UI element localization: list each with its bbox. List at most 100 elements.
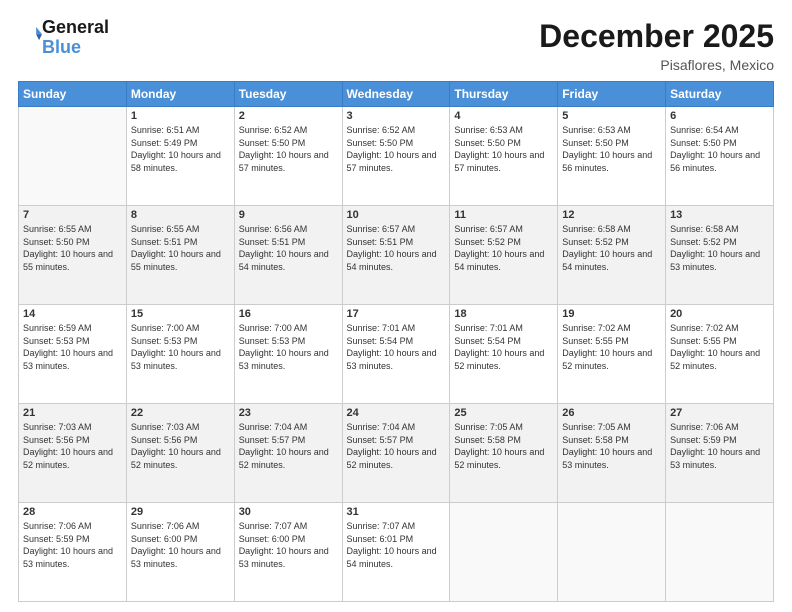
day-number: 30 (239, 506, 338, 518)
day-info: Sunrise: 7:06 AMSunset: 5:59 PMDaylight:… (670, 421, 769, 471)
day-info: Sunrise: 6:51 AMSunset: 5:49 PMDaylight:… (131, 124, 230, 174)
day-number: 17 (347, 308, 446, 320)
calendar-cell: 12 Sunrise: 6:58 AMSunset: 5:52 PMDayligh… (558, 206, 666, 305)
calendar-cell: 23 Sunrise: 7:04 AMSunset: 5:57 PMDayligh… (234, 404, 342, 503)
calendar-cell: 31 Sunrise: 7:07 AMSunset: 6:01 PMDayligh… (342, 503, 450, 602)
calendar-cell: 22 Sunrise: 7:03 AMSunset: 5:56 PMDayligh… (126, 404, 234, 503)
day-info: Sunrise: 6:55 AMSunset: 5:51 PMDaylight:… (131, 223, 230, 273)
day-number: 7 (23, 209, 122, 221)
day-info: Sunrise: 6:54 AMSunset: 5:50 PMDaylight:… (670, 124, 769, 174)
month-title: December 2025 (539, 18, 774, 55)
day-number: 23 (239, 407, 338, 419)
calendar-cell (558, 503, 666, 602)
day-number: 21 (23, 407, 122, 419)
day-number: 24 (347, 407, 446, 419)
calendar-cell: 9 Sunrise: 6:56 AMSunset: 5:51 PMDaylight… (234, 206, 342, 305)
day-number: 2 (239, 110, 338, 122)
calendar-cell: 19 Sunrise: 7:02 AMSunset: 5:55 PMDayligh… (558, 305, 666, 404)
day-number: 19 (562, 308, 661, 320)
day-info: Sunrise: 6:56 AMSunset: 5:51 PMDaylight:… (239, 223, 338, 273)
page: General Blue December 2025 Pisaflores, M… (0, 0, 792, 612)
day-number: 14 (23, 308, 122, 320)
calendar-cell: 1 Sunrise: 6:51 AMSunset: 5:49 PMDaylight… (126, 107, 234, 206)
day-number: 12 (562, 209, 661, 221)
day-info: Sunrise: 7:03 AMSunset: 5:56 PMDaylight:… (131, 421, 230, 471)
day-info: Sunrise: 7:04 AMSunset: 5:57 PMDaylight:… (239, 421, 338, 471)
calendar-cell: 29 Sunrise: 7:06 AMSunset: 6:00 PMDayligh… (126, 503, 234, 602)
calendar-cell: 25 Sunrise: 7:05 AMSunset: 5:58 PMDayligh… (450, 404, 558, 503)
calendar-cell: 14 Sunrise: 6:59 AMSunset: 5:53 PMDayligh… (19, 305, 127, 404)
day-info: Sunrise: 6:59 AMSunset: 5:53 PMDaylight:… (23, 322, 122, 372)
day-info: Sunrise: 7:06 AMSunset: 6:00 PMDaylight:… (131, 520, 230, 570)
day-number: 3 (347, 110, 446, 122)
day-info: Sunrise: 7:07 AMSunset: 6:00 PMDaylight:… (239, 520, 338, 570)
day-info: Sunrise: 7:01 AMSunset: 5:54 PMDaylight:… (454, 322, 553, 372)
day-info: Sunrise: 6:52 AMSunset: 5:50 PMDaylight:… (347, 124, 446, 174)
col-header-sunday: Sunday (19, 82, 127, 107)
day-info: Sunrise: 7:04 AMSunset: 5:57 PMDaylight:… (347, 421, 446, 471)
day-info: Sunrise: 6:57 AMSunset: 5:52 PMDaylight:… (454, 223, 553, 273)
day-info: Sunrise: 7:00 AMSunset: 5:53 PMDaylight:… (131, 322, 230, 372)
title-block: December 2025 Pisaflores, Mexico (539, 18, 774, 73)
day-number: 18 (454, 308, 553, 320)
day-info: Sunrise: 6:53 AMSunset: 5:50 PMDaylight:… (562, 124, 661, 174)
logo-text: General Blue (42, 18, 109, 58)
day-number: 9 (239, 209, 338, 221)
day-number: 25 (454, 407, 553, 419)
day-number: 1 (131, 110, 230, 122)
logo: General Blue (18, 18, 109, 58)
calendar-cell: 5 Sunrise: 6:53 AMSunset: 5:50 PMDaylight… (558, 107, 666, 206)
calendar-cell: 13Sunrise: 6:58 AMSunset: 5:52 PMDayligh… (666, 206, 774, 305)
calendar-cell: 2 Sunrise: 6:52 AMSunset: 5:50 PMDaylight… (234, 107, 342, 206)
col-header-monday: Monday (126, 82, 234, 107)
location: Pisaflores, Mexico (539, 57, 774, 73)
calendar-cell: 28 Sunrise: 7:06 AMSunset: 5:59 PMDayligh… (19, 503, 127, 602)
day-info: Sunrise: 7:07 AMSunset: 6:01 PMDaylight:… (347, 520, 446, 570)
day-info: Sunrise: 7:02 AMSunset: 5:55 PMDaylight:… (562, 322, 661, 372)
day-info: Sunrise: 7:05 AMSunset: 5:58 PMDaylight:… (562, 421, 661, 471)
calendar-cell: 6 Sunrise: 6:54 AMSunset: 5:50 PMDaylight… (666, 107, 774, 206)
day-info: Sunrise: 6:53 AMSunset: 5:50 PMDaylight:… (454, 124, 553, 174)
col-header-friday: Friday (558, 82, 666, 107)
day-number: 5 (562, 110, 661, 122)
day-number: 6 (670, 110, 769, 122)
day-info: Sunrise: 7:00 AMSunset: 5:53 PMDaylight:… (239, 322, 338, 372)
day-number: 8 (131, 209, 230, 221)
calendar-table: SundayMondayTuesdayWednesdayThursdayFrid… (18, 81, 774, 602)
calendar-cell: 16 Sunrise: 7:00 AMSunset: 5:53 PMDayligh… (234, 305, 342, 404)
calendar-cell: 10Sunrise: 6:57 AMSunset: 5:51 PMDayligh… (342, 206, 450, 305)
day-info: Sunrise: 7:03 AMSunset: 5:56 PMDaylight:… (23, 421, 122, 471)
day-number: 20 (670, 308, 769, 320)
day-number: 31 (347, 506, 446, 518)
col-header-tuesday: Tuesday (234, 82, 342, 107)
calendar-cell: 15 Sunrise: 7:00 AMSunset: 5:53 PMDayligh… (126, 305, 234, 404)
calendar-cell: 24 Sunrise: 7:04 AMSunset: 5:57 PMDayligh… (342, 404, 450, 503)
calendar-cell: 20 Sunrise: 7:02 AMSunset: 5:55 PMDayligh… (666, 305, 774, 404)
calendar-cell: 26Sunrise: 7:05 AMSunset: 5:58 PMDayligh… (558, 404, 666, 503)
calendar-cell: 21 Sunrise: 7:03 AMSunset: 5:56 PMDayligh… (19, 404, 127, 503)
calendar-cell: 17Sunrise: 7:01 AMSunset: 5:54 PMDayligh… (342, 305, 450, 404)
day-number: 29 (131, 506, 230, 518)
calendar-cell: 8 Sunrise: 6:55 AMSunset: 5:51 PMDaylight… (126, 206, 234, 305)
day-info: Sunrise: 6:55 AMSunset: 5:50 PMDaylight:… (23, 223, 122, 273)
calendar-cell: 3 Sunrise: 6:52 AMSunset: 5:50 PMDaylight… (342, 107, 450, 206)
day-info: Sunrise: 7:05 AMSunset: 5:58 PMDaylight:… (454, 421, 553, 471)
day-number: 22 (131, 407, 230, 419)
calendar-cell (666, 503, 774, 602)
day-info: Sunrise: 7:02 AMSunset: 5:55 PMDaylight:… (670, 322, 769, 372)
day-number: 15 (131, 308, 230, 320)
day-info: Sunrise: 7:06 AMSunset: 5:59 PMDaylight:… (23, 520, 122, 570)
logo-icon (20, 24, 42, 46)
day-number: 28 (23, 506, 122, 518)
col-header-wednesday: Wednesday (342, 82, 450, 107)
calendar-cell: 7 Sunrise: 6:55 AMSunset: 5:50 PMDaylight… (19, 206, 127, 305)
calendar-cell (450, 503, 558, 602)
day-number: 16 (239, 308, 338, 320)
day-number: 27 (670, 407, 769, 419)
day-number: 4 (454, 110, 553, 122)
calendar-cell: 4 Sunrise: 6:53 AMSunset: 5:50 PMDaylight… (450, 107, 558, 206)
day-info: Sunrise: 6:52 AMSunset: 5:50 PMDaylight:… (239, 124, 338, 174)
day-number: 10 (347, 209, 446, 221)
col-header-thursday: Thursday (450, 82, 558, 107)
day-info: Sunrise: 6:58 AMSunset: 5:52 PMDaylight:… (562, 223, 661, 273)
